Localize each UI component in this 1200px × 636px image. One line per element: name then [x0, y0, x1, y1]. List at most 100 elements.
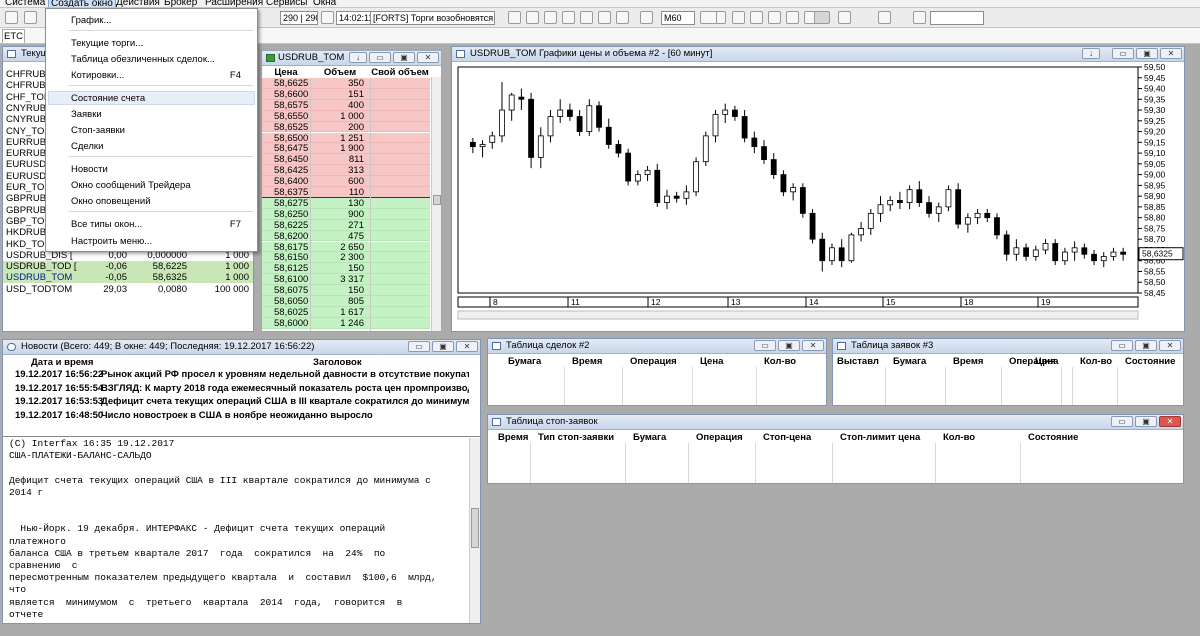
- column-header[interactable]: Цена: [1035, 356, 1058, 367]
- scroll-thumb[interactable]: [471, 508, 479, 548]
- menu-create-window[interactable]: Создать окно: [48, 0, 116, 7]
- news-row[interactable]: 19.12.2017 16:55:54 ВЗГЛЯД: К марту 2018 …: [3, 383, 469, 396]
- news-scrollbar[interactable]: [469, 438, 480, 623]
- price-chart[interactable]: 59,5059,4559,4059,3559,3059,2559,2059,15…: [452, 63, 1184, 331]
- bid-row[interactable]: 58,6000 1 246: [262, 317, 430, 329]
- search-icon[interactable]: [913, 11, 926, 24]
- zoom-in-icon[interactable]: [750, 11, 763, 24]
- column-header[interactable]: Время: [953, 356, 983, 367]
- pencil-icon[interactable]: [786, 11, 799, 24]
- minimize-button[interactable]: ▭: [369, 52, 391, 63]
- column-header[interactable]: Операция: [630, 356, 677, 367]
- maximize-button[interactable]: ▣: [432, 341, 454, 352]
- ask-row[interactable]: 58,6500 1 251: [262, 132, 430, 144]
- cancel-icon[interactable]: [562, 11, 575, 24]
- bid-row[interactable]: 58,6225 271: [262, 219, 430, 231]
- column-header[interactable]: Тип стоп-заявки: [538, 432, 614, 443]
- cursor-icon[interactable]: [732, 11, 745, 24]
- column-header[interactable]: Бумага: [893, 356, 926, 367]
- column-header[interactable]: Выставл: [837, 356, 879, 367]
- bid-row[interactable]: 58,6075 150: [262, 285, 430, 296]
- pin-icon[interactable]: ↓: [1082, 48, 1100, 59]
- menu-item[interactable]: Текущие торги...: [71, 38, 143, 49]
- stop-icon[interactable]: [544, 11, 557, 24]
- column-header[interactable]: Стоп-лимит цена: [840, 432, 920, 443]
- column-header[interactable]: Стоп-цена: [763, 432, 811, 443]
- column-header[interactable]: Бумага: [633, 432, 666, 443]
- column-header[interactable]: Кол-во: [764, 356, 796, 367]
- quote-icon[interactable]: [598, 11, 611, 24]
- menu-item[interactable]: Стоп-заявки: [71, 125, 125, 136]
- column-header[interactable]: Кол-во: [1080, 356, 1112, 367]
- menu-services[interactable]: Сервисы: [266, 0, 307, 7]
- table-icon[interactable]: [616, 11, 629, 24]
- crosshair-dropdown-icon[interactable]: [716, 11, 726, 24]
- new-icon[interactable]: [5, 11, 18, 24]
- bid-row[interactable]: 58,6150 2 300: [262, 252, 430, 263]
- table-row[interactable]: USD_TODTOM 29,03 0,0080 100 000: [3, 284, 253, 295]
- tab-etc[interactable]: ETC: [2, 29, 25, 43]
- menu-item[interactable]: Состояние счета: [71, 93, 145, 104]
- menu-item[interactable]: Заявки: [71, 109, 102, 120]
- menu-system[interactable]: Система: [5, 0, 45, 7]
- menu-broker[interactable]: Брокер: [164, 0, 197, 7]
- news-row[interactable]: 19.12.2017 16:48:50 Число новостроек в СШ…: [3, 410, 469, 423]
- menu-item[interactable]: Настроить меню...: [71, 236, 152, 247]
- menu-item[interactable]: Окно сообщений Трейдера: [71, 180, 191, 191]
- buy-icon[interactable]: [508, 11, 521, 24]
- bid-row[interactable]: 58,6025 1 617: [262, 306, 430, 318]
- menu-item[interactable]: График...: [71, 15, 111, 26]
- ask-row[interactable]: 58,6475 1 900: [262, 143, 430, 154]
- menu-windows[interactable]: Окна: [313, 0, 336, 7]
- menu-item[interactable]: Все типы окон...: [71, 219, 142, 230]
- close-button[interactable]: ✕: [1159, 416, 1181, 427]
- chart-icon[interactable]: [640, 11, 653, 24]
- bid-row[interactable]: 58,6175 2 650: [262, 241, 430, 253]
- bid-row[interactable]: 58,6050 805: [262, 296, 430, 307]
- news-row[interactable]: 19.12.2017 16:53:53 Дефицит счета текущих…: [3, 396, 469, 409]
- ask-row[interactable]: 58,6400 600: [262, 176, 430, 187]
- maximize-button[interactable]: ▣: [1135, 416, 1157, 427]
- interval-select[interactable]: M60: [661, 11, 695, 25]
- column-header[interactable]: Бумага: [508, 356, 541, 367]
- menu-item[interactable]: Таблица обезличенных сделок...: [71, 54, 215, 65]
- column-header[interactable]: Цена: [700, 356, 723, 367]
- bid-row[interactable]: 58,6200 475: [262, 230, 430, 242]
- table-row[interactable]: USDRUB_TOM -0,05 58,6325 1 000: [3, 272, 253, 284]
- menu-extensions[interactable]: Расширения: [205, 0, 263, 7]
- column-header[interactable]: Состояние: [1125, 356, 1175, 367]
- bid-row[interactable]: 58,6125 150: [262, 263, 430, 274]
- column-header[interactable]: Время: [498, 432, 528, 443]
- close-button[interactable]: ✕: [417, 52, 439, 63]
- bid-row[interactable]: 58,6100 3 317: [262, 274, 430, 285]
- help-icon[interactable]: [878, 11, 891, 24]
- zoom-out-icon[interactable]: [768, 11, 781, 24]
- maximize-button[interactable]: ▣: [1135, 340, 1157, 351]
- menu-item[interactable]: Новости: [71, 164, 108, 175]
- maximize-button[interactable]: ▣: [1136, 48, 1158, 59]
- maximize-button[interactable]: ▣: [393, 52, 415, 63]
- bid-row[interactable]: 58,6250 900: [262, 208, 430, 220]
- minimize-button[interactable]: ▭: [1112, 48, 1134, 59]
- minimize-button[interactable]: ▭: [1111, 340, 1133, 351]
- column-header[interactable]: Время: [572, 356, 602, 367]
- ask-row[interactable]: 58,6575 400: [262, 99, 430, 111]
- close-button[interactable]: ✕: [1159, 340, 1181, 351]
- minimize-button[interactable]: ▭: [408, 341, 430, 352]
- ask-row[interactable]: 58,6600 151: [262, 88, 430, 100]
- bid-row[interactable]: 58,6275 130: [262, 197, 430, 209]
- sell-icon[interactable]: [526, 11, 539, 24]
- scroll-thumb[interactable]: [433, 195, 441, 205]
- minimize-button[interactable]: ▭: [754, 340, 776, 351]
- ask-row[interactable]: 58,6450 811: [262, 154, 430, 165]
- minimize-button[interactable]: ▭: [1111, 416, 1133, 427]
- column-header[interactable]: Кол-во: [943, 432, 975, 443]
- connect-icon[interactable]: [24, 11, 37, 24]
- ask-row[interactable]: 58,6375 110: [262, 187, 430, 198]
- ask-row[interactable]: 58,6525 200: [262, 121, 430, 133]
- menu-actions[interactable]: Действия: [116, 0, 160, 7]
- ask-row[interactable]: 58,6425 313: [262, 165, 430, 176]
- orderbook-scrollbar[interactable]: [431, 77, 441, 331]
- menu-item[interactable]: Котировки...: [71, 70, 124, 81]
- close-button[interactable]: ✕: [802, 340, 824, 351]
